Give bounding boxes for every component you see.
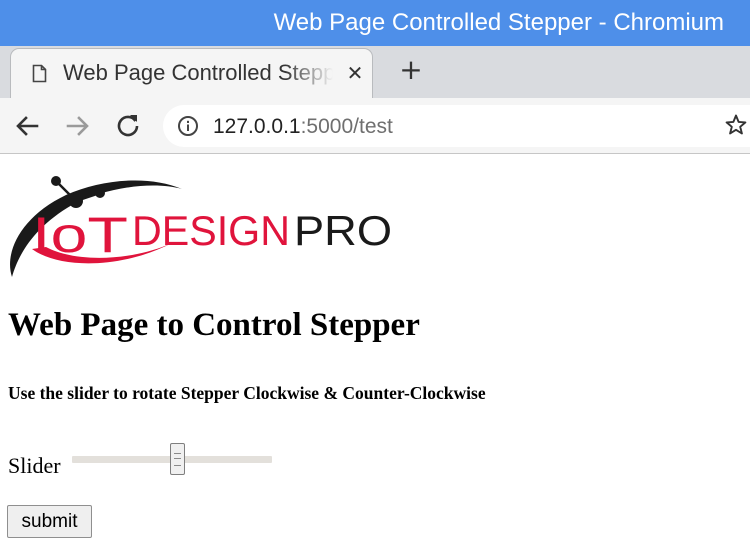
page-heading: Web Page to Control Stepper <box>8 307 420 343</box>
title-bar: Web Page Controlled Stepper - Chromium <box>0 0 750 46</box>
browser-toolbar: 127.0.0.1:5000/test <box>0 98 750 154</box>
address-bar[interactable]: 127.0.0.1:5000/test <box>163 105 750 147</box>
page-subheading: Use the slider to rotate Stepper Clockwi… <box>8 383 486 403</box>
info-icon[interactable] <box>177 115 199 137</box>
slider-thumb[interactable] <box>170 443 185 475</box>
tab-active[interactable]: Web Page Controlled Stepper ✕ <box>10 48 373 98</box>
plus-icon[interactable]: + <box>396 54 426 86</box>
back-arrow-icon[interactable] <box>12 111 42 141</box>
url-host: 127.0.0.1 <box>213 115 301 138</box>
slider-label: Slider <box>8 453 61 478</box>
url-path: :5000/test <box>300 115 393 138</box>
slider-grip-icon <box>174 453 181 466</box>
forward-arrow-icon[interactable] <box>63 111 93 141</box>
star-icon[interactable] <box>724 113 748 137</box>
url-text[interactable]: 127.0.0.1:5000/test <box>213 114 393 139</box>
page-content: IoT DESIGN PRO Web Page to Control Stepp… <box>0 155 750 547</box>
window-title: Web Page Controlled Stepper - Chromium <box>273 9 724 36</box>
close-icon[interactable]: ✕ <box>344 61 366 85</box>
logo-text-iot: IoT <box>32 207 128 263</box>
logo-text-pro: PRO <box>294 207 392 254</box>
logo-text-design: DESIGN <box>132 207 290 254</box>
browser-window: Web Page Controlled Stepper - Chromium W… <box>0 0 750 547</box>
page-icon <box>32 64 47 83</box>
iot-design-pro-logo: IoT DESIGN PRO <box>10 176 392 277</box>
tab-title: Web Page Controlled Stepper <box>63 60 333 85</box>
tab-strip: Web Page Controlled Stepper ✕ + <box>0 46 750 98</box>
stepper-slider[interactable] <box>72 443 272 477</box>
submit-button[interactable]: submit <box>7 505 92 538</box>
reload-icon[interactable] <box>113 111 143 141</box>
